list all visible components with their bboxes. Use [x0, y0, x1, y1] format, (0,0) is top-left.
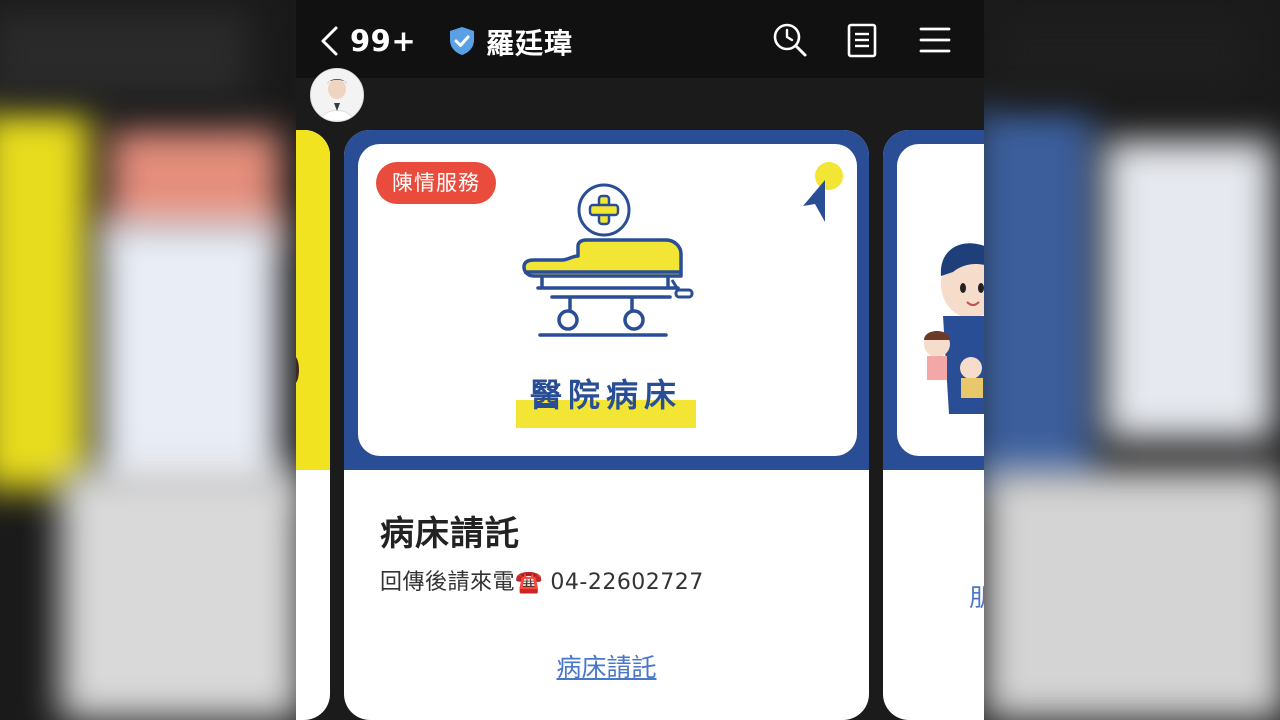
notes-icon	[847, 23, 877, 58]
unread-count: 99+	[350, 24, 417, 58]
menu-icon	[919, 27, 951, 53]
blurred-background-left	[0, 0, 296, 720]
account-name: 羅廷瑋	[486, 27, 574, 60]
verified-shield-icon	[450, 27, 474, 55]
service-tag: 陳情服務	[376, 162, 496, 204]
cartoon-character-icon	[924, 243, 984, 414]
next-card-image	[897, 144, 984, 456]
previous-card-graphic	[296, 130, 330, 470]
image-caption: 醫院病床	[516, 370, 696, 428]
top-navigation-bar: 99+ 羅廷瑋	[296, 0, 984, 78]
avatar-portrait-icon	[311, 69, 363, 121]
search-icon	[773, 23, 807, 57]
sender-avatar[interactable]	[310, 68, 364, 122]
carousel-card-hospital-bed[interactable]: 陳情服務 醫院病床 病床請託 回傳後請來電☎️ 04-22602727 病床請託	[344, 130, 869, 720]
search-button[interactable]	[770, 20, 810, 60]
carousel-card-previous[interactable]	[296, 130, 330, 720]
carousel-card-next[interactable]: 朋	[883, 130, 984, 720]
card-image: 陳情服務 醫院病床	[358, 144, 857, 456]
cursor-pointer-icon	[803, 162, 843, 222]
notes-button[interactable]	[842, 20, 882, 60]
blurred-background-right	[984, 0, 1280, 720]
card-action-link[interactable]: 病床請託	[344, 648, 869, 684]
back-button[interactable]: 99+	[318, 22, 418, 60]
hospital-bed-icon	[522, 183, 694, 337]
card-description: 回傳後請來電☎️ 04-22602727	[380, 570, 704, 595]
chat-view: 99+ 羅廷瑋 陳情服務 醫院病床 病床請託 回傳後請來電☎️ 04-22602…	[296, 0, 984, 720]
menu-button[interactable]	[915, 20, 955, 60]
card-title: 病床請託	[380, 514, 520, 554]
image-caption-text: 醫院病床	[529, 376, 682, 414]
next-card-link[interactable]: 朋	[969, 578, 984, 614]
back-chevron-icon	[321, 26, 338, 56]
